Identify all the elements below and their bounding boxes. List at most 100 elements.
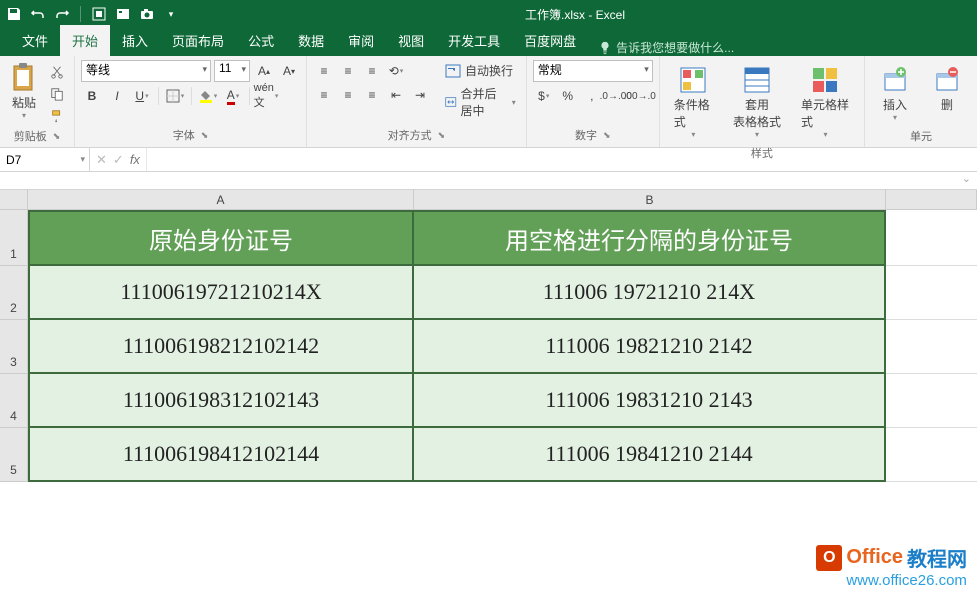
insert-cells-button[interactable]: 插入▾ [871,60,919,126]
ribbon-tabs: 文件 开始 插入 页面布局 公式 数据 审阅 视图 开发工具 百度网盘 告诉我您… [0,28,977,56]
cell-c1[interactable] [886,210,977,266]
italic-button[interactable]: I [106,85,128,107]
tell-me-search[interactable]: 告诉我您想要做什么... [598,39,734,56]
cell-c5[interactable] [886,428,977,482]
formula-bar-expand[interactable] [0,172,977,190]
cell-a2[interactable]: 11100619721210214X [28,266,414,320]
copy-button[interactable] [46,84,68,104]
office-logo-icon: O [816,545,842,571]
align-bottom-button[interactable]: ≡ [361,60,383,82]
cell-b5[interactable]: 111006 19841210 2144 [414,428,886,482]
row-header-5[interactable]: 5 [0,428,28,482]
increase-font-button[interactable]: A▴ [253,60,275,82]
fill-color-button[interactable] [197,85,219,107]
cut-button[interactable] [46,62,68,82]
wrap-icon [445,64,461,78]
group-label-clipboard: 剪贴板 [14,128,47,144]
align-right-button[interactable]: ≡ [361,84,383,106]
wrap-text-button[interactable]: 自动换行 [441,60,520,81]
tab-layout[interactable]: 页面布局 [160,25,236,56]
align-top-button[interactable]: ≡ [313,60,335,82]
tab-dev[interactable]: 开发工具 [436,25,512,56]
tab-review[interactable]: 审阅 [336,25,386,56]
align-middle-button[interactable]: ≡ [337,60,359,82]
tab-file[interactable]: 文件 [10,25,60,56]
qat-customize-icon[interactable]: ▾ [163,6,179,22]
format-painter-button[interactable] [46,106,68,126]
watermark-brand2: 教程网 [907,543,967,572]
percent-button[interactable]: % [557,85,579,107]
save-icon[interactable] [6,6,22,22]
font-name-combo[interactable]: 等线 [81,60,211,82]
group-label-font: 字体 [173,127,195,143]
paste-button[interactable]: 粘贴 ▾ [6,60,42,126]
tab-formulas[interactable]: 公式 [236,25,286,56]
cell-c4[interactable] [886,374,977,428]
qat-icon-2[interactable] [115,6,131,22]
cell-styles-button[interactable]: 单元格样式▾ [793,60,858,143]
qat-icon-1[interactable] [91,6,107,22]
row-header-3[interactable]: 3 [0,320,28,374]
tab-insert[interactable]: 插入 [110,25,160,56]
cell-b1[interactable]: 用空格进行分隔的身份证号 [414,210,886,266]
cell-a3[interactable]: 111006198212102142 [28,320,414,374]
fx-icon[interactable]: fx [130,152,140,167]
select-all-corner[interactable] [0,190,28,209]
title-bar: ▾ 工作簿.xlsx - Excel [0,0,977,28]
accounting-format-button[interactable]: $ [533,85,555,107]
decrease-decimal-button[interactable]: .00→.0 [629,85,651,107]
orientation-button[interactable]: ⟲ [385,60,407,82]
document-title: 工作簿.xlsx - Excel [179,6,971,23]
cell-b4[interactable]: 111006 19831210 2143 [414,374,886,428]
camera-icon[interactable] [139,6,155,22]
bold-button[interactable]: B [81,85,103,107]
column-header-b[interactable]: B [414,190,886,209]
decrease-font-button[interactable]: A▾ [278,60,300,82]
increase-indent-button[interactable]: ⇥ [409,84,431,106]
row-header-2[interactable]: 2 [0,266,28,320]
watermark: O Office教程网 www.office26.com [816,543,967,589]
tab-data[interactable]: 数据 [286,25,336,56]
underline-button[interactable]: U [131,85,153,107]
cell-b3[interactable]: 111006 19821210 2142 [414,320,886,374]
ribbon: 粘贴 ▾ 剪贴板 ⬊ 等线 11 A▴ A▾ B I U [0,56,977,148]
borders-button[interactable] [164,85,186,107]
cell-a4[interactable]: 111006198312102143 [28,374,414,428]
cell-a5[interactable]: 111006198412102144 [28,428,414,482]
font-size-combo[interactable]: 11 [214,60,250,82]
redo-icon[interactable] [54,6,70,22]
conditional-format-button[interactable]: 条件格式▾ [666,60,721,143]
align-dialog-launcher[interactable]: ⬊ [438,130,446,141]
merge-center-button[interactable]: 合并后居中▾ [441,83,520,121]
cancel-icon[interactable]: ✕ [96,152,107,168]
watermark-url: www.office26.com [846,572,967,589]
cell-c3[interactable] [886,320,977,374]
column-header-a[interactable]: A [28,190,414,209]
cell-a1[interactable]: 原始身份证号 [28,210,414,266]
table-format-button[interactable]: 套用 表格格式▾ [725,60,789,143]
cell-b2[interactable]: 111006 19721210 214X [414,266,886,320]
tab-home[interactable]: 开始 [60,25,110,56]
number-format-combo[interactable]: 常规 [533,60,653,82]
column-header-c[interactable] [886,190,977,209]
align-left-button[interactable]: ≡ [313,84,335,106]
font-dialog-launcher[interactable]: ⬊ [201,130,209,141]
group-clipboard: 粘贴 ▾ 剪贴板 ⬊ [0,56,75,147]
align-center-button[interactable]: ≡ [337,84,359,106]
delete-cells-button[interactable]: 删 [923,60,971,126]
undo-icon[interactable] [30,6,46,22]
number-dialog-launcher[interactable]: ⬊ [603,130,611,141]
clipboard-dialog-launcher[interactable]: ⬊ [53,131,61,142]
row-header-4[interactable]: 4 [0,374,28,428]
phonetic-button[interactable]: wén文 [255,85,277,107]
name-box[interactable]: D7 [0,148,90,171]
cell-c2[interactable] [886,266,977,320]
group-align: ≡ ≡ ≡ ⟲ ≡ ≡ ≡ ⇤ ⇥ 自动换行 合并后居中▾ 对齐方式⬊ [307,56,527,147]
tab-view[interactable]: 视图 [386,25,436,56]
tab-netdisk[interactable]: 百度网盘 [512,25,588,56]
font-color-button[interactable]: A [222,85,244,107]
enter-icon[interactable]: ✓ [113,152,124,168]
decrease-indent-button[interactable]: ⇤ [385,84,407,106]
row-header-1[interactable]: 1 [0,210,28,266]
formula-input[interactable] [147,148,977,171]
